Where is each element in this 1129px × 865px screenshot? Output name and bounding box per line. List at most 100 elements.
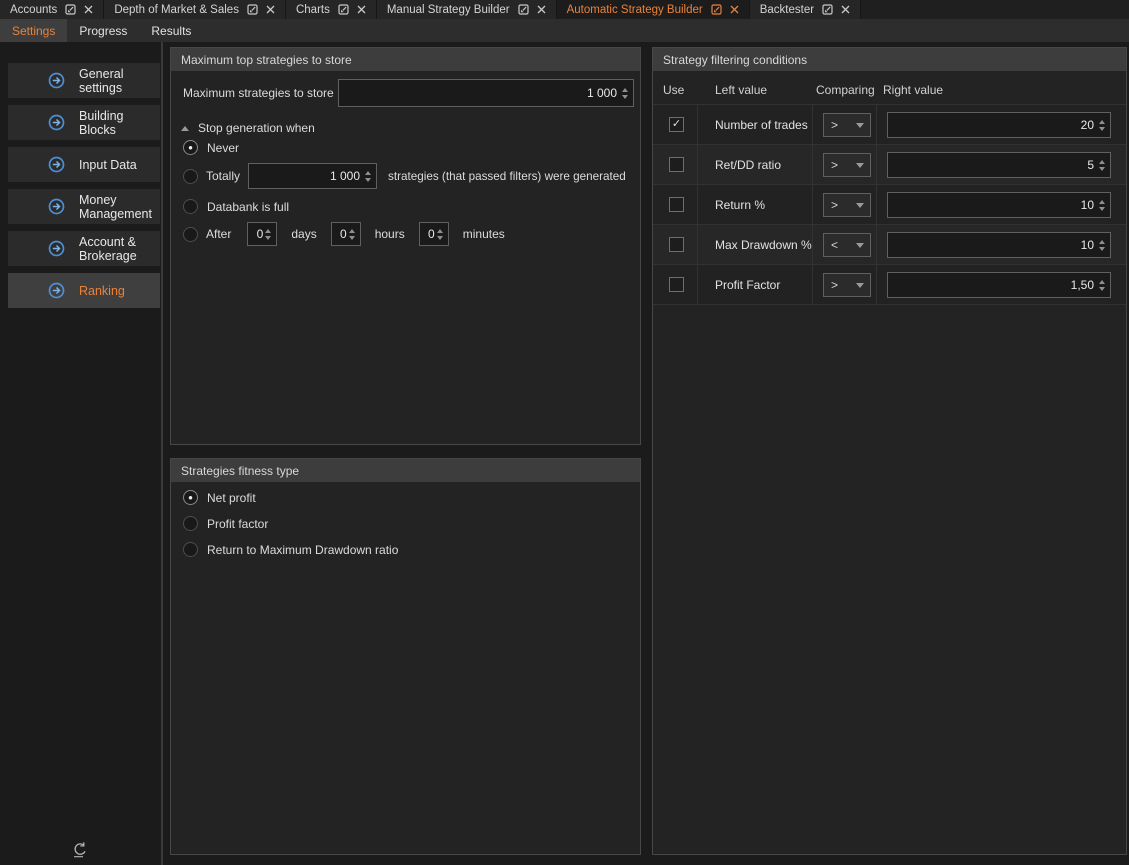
sidebar-item-input-data[interactable]: Input Data (8, 147, 160, 182)
spinner-down[interactable] (265, 236, 271, 240)
max-strategies-input[interactable]: 1 000 (338, 79, 634, 107)
chevron-down-icon (856, 283, 864, 288)
comparing-dropdown[interactable]: > (823, 193, 871, 217)
spinner-up[interactable] (265, 229, 271, 233)
close-icon[interactable] (266, 5, 275, 14)
sidebar-item-money-management[interactable]: Money Management (8, 189, 160, 224)
radio-row-profit-factor[interactable]: Profit factor (183, 516, 268, 531)
after-hours-input[interactable]: 0 (331, 222, 361, 246)
sidebar-item-general-settings[interactable]: General settings (8, 63, 160, 98)
tab-accounts[interactable]: Accounts (0, 0, 104, 19)
spinner-up[interactable] (1099, 240, 1105, 244)
spinner-up[interactable] (437, 229, 443, 233)
right-value-input[interactable]: 10 (887, 232, 1111, 258)
comparing-dropdown[interactable]: > (823, 113, 871, 137)
right-value-input[interactable]: 20 (887, 112, 1111, 138)
spinner-up[interactable] (1099, 160, 1105, 164)
radio-net-profit[interactable]: ● (183, 490, 198, 505)
radio-row-never[interactable]: ● Never (183, 140, 239, 155)
spinner-down[interactable] (349, 236, 355, 240)
save-panel-icon[interactable] (65, 4, 76, 15)
spinner-up[interactable] (1099, 200, 1105, 204)
spinner-down[interactable] (1099, 207, 1105, 211)
panel-title: Strategies fitness type (181, 464, 299, 478)
after-days-input[interactable]: 0 (247, 222, 277, 246)
use-checkbox[interactable] (669, 237, 684, 252)
use-checkbox[interactable] (669, 157, 684, 172)
radio-row-return-to-max-drawdown[interactable]: Return to Maximum Drawdown ratio (183, 542, 398, 557)
spinner-down[interactable] (1099, 167, 1105, 171)
save-panel-icon[interactable] (711, 4, 722, 15)
tab-depth-of-market[interactable]: Depth of Market & Sales (104, 0, 286, 19)
comparing-dropdown[interactable]: > (823, 153, 871, 177)
right-value-input[interactable]: 1,50 (887, 272, 1111, 298)
totally-count-input[interactable]: 1 000 (248, 163, 377, 189)
radio-return-max-drawdown[interactable] (183, 542, 198, 557)
spinner-down[interactable] (1099, 287, 1105, 291)
right-value-input[interactable]: 5 (887, 152, 1111, 178)
spinner-down[interactable] (437, 236, 443, 240)
save-panel-icon[interactable] (338, 4, 349, 15)
tab-automatic-strategy-builder[interactable]: Automatic Strategy Builder (557, 0, 750, 19)
tab-backtester[interactable]: Backtester (750, 0, 861, 19)
stop-generation-group-header[interactable]: Stop generation when (181, 121, 315, 135)
radio-row-databank[interactable]: Databank is full (183, 199, 289, 214)
spinner-down[interactable] (365, 178, 371, 182)
totally-suffix-label: strategies (that passed filters) were ge… (388, 170, 626, 183)
spinner-up[interactable] (349, 229, 355, 233)
after-minutes-input[interactable]: 0 (419, 222, 449, 246)
tab-manual-strategy-builder[interactable]: Manual Strategy Builder (377, 0, 557, 19)
dropdown-value: > (831, 198, 838, 212)
radio-profit-factor[interactable] (183, 516, 198, 531)
spinner-up[interactable] (365, 171, 371, 175)
tab-settings[interactable]: Settings (0, 19, 67, 42)
close-icon[interactable] (84, 5, 93, 14)
tab-charts[interactable]: Charts (286, 0, 377, 19)
circle-arrow-icon (48, 282, 65, 299)
tab-label: Accounts (10, 4, 57, 16)
tab-progress[interactable]: Progress (67, 19, 139, 42)
radio-label: Net profit (207, 491, 256, 505)
spinner-up[interactable] (1099, 120, 1105, 124)
input-value: 0 (336, 223, 347, 245)
panel-maximum-top-strategies: Maximum top strategies to store Maximum … (170, 47, 641, 445)
comparing-dropdown[interactable]: > (823, 273, 871, 297)
radio-row-totally[interactable]: Totally 1 000 strategies (that passed fi… (183, 162, 626, 190)
use-checkbox[interactable] (669, 277, 684, 292)
sidebar-item-label: Input Data (79, 158, 137, 172)
sidebar-item-label: Building Blocks (79, 109, 160, 137)
sidebar-item-ranking[interactable]: Ranking (8, 273, 160, 308)
sidebar-item-building-blocks[interactable]: Building Blocks (8, 105, 160, 140)
spinner-down[interactable] (1099, 247, 1105, 251)
use-checkbox[interactable]: ✓ (669, 117, 684, 132)
input-value: 10 (892, 233, 1094, 257)
reset-settings-icon[interactable] (70, 841, 92, 859)
radio-row-after[interactable]: After 0 days 0 hours 0 minutes (183, 222, 505, 246)
radio-dot: ● (188, 494, 193, 502)
close-icon[interactable] (730, 5, 739, 14)
right-value-input[interactable]: 10 (887, 192, 1111, 218)
radio-databank[interactable] (183, 199, 198, 214)
tab-label: Automatic Strategy Builder (567, 4, 703, 16)
spinner-down[interactable] (1099, 127, 1105, 131)
save-panel-icon[interactable] (822, 4, 833, 15)
spinner-up[interactable] (622, 88, 628, 92)
radio-never[interactable]: ● (183, 140, 198, 155)
close-icon[interactable] (357, 5, 366, 14)
radio-after[interactable] (183, 227, 198, 242)
panel-title: Maximum top strategies to store (181, 53, 352, 67)
comparing-dropdown[interactable]: < (823, 233, 871, 257)
tab-results[interactable]: Results (139, 19, 203, 42)
sidebar-divider (161, 42, 163, 865)
spinner-up[interactable] (1099, 280, 1105, 284)
close-icon[interactable] (841, 5, 850, 14)
save-panel-icon[interactable] (518, 4, 529, 15)
sidebar-item-label: Ranking (79, 284, 125, 298)
radio-row-net-profit[interactable]: ● Net profit (183, 490, 256, 505)
close-icon[interactable] (537, 5, 546, 14)
radio-totally[interactable] (183, 169, 198, 184)
save-panel-icon[interactable] (247, 4, 258, 15)
spinner-down[interactable] (622, 95, 628, 99)
sidebar-item-account-brokerage[interactable]: Account & Brokerage (8, 231, 160, 266)
use-checkbox[interactable] (669, 197, 684, 212)
